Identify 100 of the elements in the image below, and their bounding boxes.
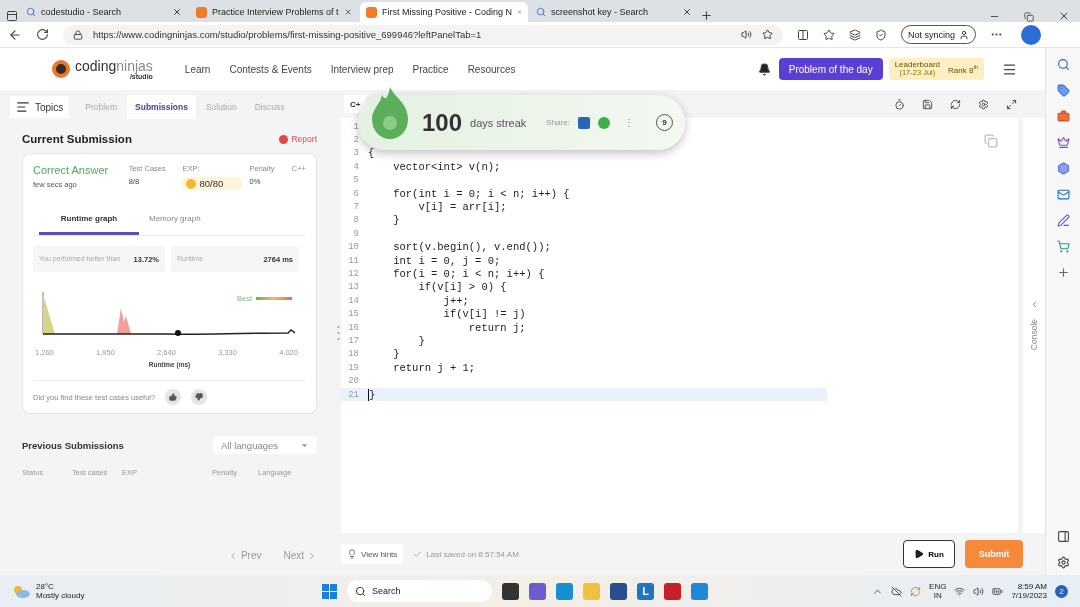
- thumbs-down-button[interactable]: [191, 389, 208, 405]
- volume-icon[interactable]: [973, 585, 985, 597]
- close-icon[interactable]: [682, 7, 692, 17]
- settings-icon[interactable]: [978, 98, 989, 110]
- browser-app-icon[interactable]: [556, 582, 573, 600]
- close-icon[interactable]: [343, 7, 352, 17]
- url-text: https://www.codingninjas.com/studio/problems/first-missing-positive_699946?leftPanelTab=1: [93, 29, 483, 40]
- clock-date[interactable]: 7/19/2023: [1011, 591, 1047, 601]
- tab-actions-icon[interactable]: [6, 10, 18, 22]
- collections-icon[interactable]: [849, 28, 861, 41]
- wifi-icon[interactable]: [954, 585, 966, 597]
- streak-label: days streak: [470, 116, 527, 129]
- windows-start-icon[interactable]: [322, 583, 337, 599]
- favorite-icon[interactable]: [762, 29, 773, 40]
- clock-time[interactable]: 8:59 AM: [1011, 581, 1047, 591]
- view-hints-button[interactable]: View hints: [341, 544, 404, 564]
- favorites-icon[interactable]: [823, 28, 835, 41]
- line-number: 13: [347, 282, 359, 293]
- run-button[interactable]: Run: [903, 540, 955, 568]
- shield-app-icon[interactable]: [664, 582, 681, 600]
- cart-icon[interactable]: [1056, 240, 1070, 253]
- copilot-icon[interactable]: [1021, 24, 1042, 45]
- line-number: 18: [347, 349, 359, 360]
- settings-icon[interactable]: [1056, 556, 1070, 569]
- tab-title: Practice Interview Problems of t: [212, 7, 339, 17]
- nav-link[interactable]: Learn: [184, 63, 211, 75]
- pen-icon[interactable]: [1056, 214, 1070, 227]
- lock-icon: [73, 29, 83, 40]
- taskbar-search[interactable]: Search: [347, 580, 492, 602]
- whatsapp-icon[interactable]: [597, 116, 610, 129]
- crown-icon[interactable]: [1056, 136, 1070, 149]
- nav-link[interactable]: Contests & Events: [229, 63, 312, 75]
- sidebar-toggle-icon[interactable]: [1056, 530, 1070, 543]
- read-aloud-icon[interactable]: [741, 29, 752, 40]
- line-number: 12: [347, 269, 359, 279]
- nav-link[interactable]: Resources: [467, 63, 516, 75]
- close-icon[interactable]: [172, 7, 182, 17]
- tag-icon[interactable]: [1056, 84, 1070, 97]
- site-logo-icon: [366, 6, 377, 18]
- restore-icon[interactable]: [1024, 12, 1034, 22]
- app-icon[interactable]: L: [637, 582, 654, 600]
- section-title: Previous Submissions: [22, 439, 124, 451]
- region-indicator[interactable]: IN: [929, 591, 947, 601]
- language-dropdown[interactable]: All languages: [213, 436, 317, 454]
- drag-handle-icon[interactable]: [336, 324, 340, 341]
- cloud-icon[interactable]: [891, 585, 903, 597]
- store-app-icon[interactable]: [610, 582, 627, 600]
- sync-button[interactable]: Not syncing: [901, 25, 977, 44]
- code-line: return j + 1;: [392, 361, 476, 374]
- app-icon[interactable]: [691, 582, 708, 600]
- close-icon[interactable]: [1058, 10, 1070, 22]
- line-number: 14: [347, 295, 359, 306]
- language-selector[interactable]: C+: [344, 95, 367, 113]
- split-screen-icon[interactable]: [797, 28, 809, 41]
- code-line: j++;: [442, 294, 469, 307]
- problem-of-the-day-button[interactable]: Problem of the day: [778, 58, 883, 80]
- browser-tab[interactable]: Practice Interview Problems of t: [190, 2, 358, 22]
- timer-icon[interactable]: [894, 98, 905, 110]
- line-number: 1: [352, 121, 359, 132]
- lightbulb-icon: [347, 549, 357, 559]
- graph-tab[interactable]: Runtime graph: [39, 208, 139, 235]
- nav-link[interactable]: Interview prep: [330, 63, 394, 75]
- console-panel[interactable]: Console: [1023, 118, 1045, 533]
- topics-button[interactable]: Topics: [10, 96, 70, 118]
- language-indicator[interactable]: ENG: [929, 581, 947, 591]
- fullscreen-icon[interactable]: [1006, 98, 1017, 110]
- panel-tab[interactable]: Submissions: [127, 95, 196, 119]
- graph-tab[interactable]: Memory graph: [139, 208, 211, 235]
- linkedin-icon[interactable]: [577, 116, 590, 129]
- reset-icon[interactable]: [950, 98, 961, 110]
- nav-link[interactable]: Practice: [412, 63, 449, 75]
- browser-tab[interactable]: codestudio - Search: [20, 2, 188, 22]
- search-icon[interactable]: [1056, 58, 1070, 71]
- browser-tab[interactable]: First Missing Positive - Coding N: [360, 2, 528, 22]
- refresh-icon[interactable]: [36, 28, 49, 41]
- mail-icon[interactable]: [1056, 188, 1070, 201]
- browser-tab[interactable]: screenshot key - Search: [530, 2, 698, 22]
- chat-app-icon[interactable]: [529, 582, 546, 600]
- bell-icon[interactable]: [757, 62, 771, 76]
- search-icon: [355, 585, 366, 597]
- hexagon-icon[interactable]: [1056, 162, 1070, 175]
- more-button[interactable]: ⋮: [623, 117, 634, 128]
- thumbs-up-button[interactable]: [165, 389, 182, 405]
- briefcase-icon[interactable]: [1056, 110, 1070, 123]
- line-number: 10: [347, 242, 359, 253]
- check-icon: [413, 549, 423, 559]
- address-bar[interactable]: https://www.codingninjas.com/studio/problems/first-missing-positive_699946?leftPanelTab=1: [63, 24, 783, 45]
- line-number: 6: [352, 188, 359, 199]
- code-line: if(v[i] != j): [442, 308, 526, 321]
- menu-icon[interactable]: [1002, 61, 1017, 77]
- save-icon[interactable]: [922, 98, 933, 110]
- plus-icon[interactable]: [1056, 266, 1070, 279]
- battery-icon[interactable]: [992, 585, 1004, 597]
- new-tab-icon[interactable]: [700, 9, 713, 22]
- back-icon[interactable]: [8, 27, 22, 42]
- thumbs-down-icon: [195, 393, 204, 401]
- shield-icon[interactable]: [875, 28, 887, 41]
- code-line: v[i] = arr[i];: [417, 201, 507, 214]
- report-link[interactable]: Report: [279, 134, 317, 144]
- file-app-icon[interactable]: [502, 582, 519, 600]
